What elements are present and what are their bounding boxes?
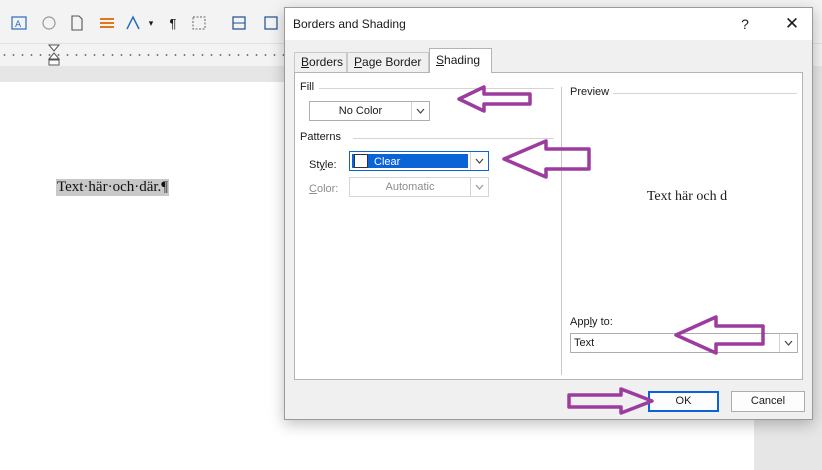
annotation-arrow-style	[502, 139, 591, 179]
annotation-arrow-fill	[457, 85, 532, 113]
panel-divider	[561, 87, 562, 375]
annotation-arrow-ok	[567, 387, 654, 415]
borders-and-shading-dialog: Borders and Shading ? ✕ Borders Page Bor…	[284, 7, 813, 420]
fill-heading: Fill	[300, 81, 315, 93]
fill-color-value: No Color	[338, 105, 383, 117]
draw-pen-icon[interactable]	[124, 14, 142, 32]
text-box-icon[interactable]: A	[10, 14, 28, 32]
table-grid-icon[interactable]	[230, 14, 248, 32]
pattern-style-value: Clear	[352, 154, 468, 168]
dialog-title: Borders and Shading	[293, 17, 406, 31]
help-button[interactable]: ?	[733, 12, 757, 36]
selected-document-text[interactable]: Text·här·och·där.¶	[56, 179, 170, 196]
patterns-heading: Patterns	[300, 131, 341, 143]
annotation-arrow-apply-to	[674, 315, 765, 355]
preview-divider	[613, 93, 797, 94]
chevron-down-icon[interactable]: ▾	[142, 14, 160, 32]
pattern-color-dropdown[interactable]: Automatic	[349, 177, 489, 197]
tab-shading[interactable]: Shading	[429, 48, 492, 73]
close-button[interactable]: ✕	[779, 12, 805, 36]
cancel-button[interactable]: Cancel	[731, 391, 805, 412]
preview-sample: Text här och d	[621, 139, 753, 257]
quick-parts-icon[interactable]	[40, 14, 58, 32]
preview-heading: Preview	[570, 86, 610, 98]
chevron-down-icon	[779, 334, 797, 352]
select-objects-icon[interactable]	[190, 14, 208, 32]
show-formatting-icon[interactable]: ¶	[164, 14, 182, 32]
svg-text:A: A	[15, 20, 22, 30]
preview-sample-text: Text här och d	[646, 189, 728, 204]
fill-color-dropdown[interactable]: No Color	[309, 101, 430, 121]
chevron-down-icon	[411, 102, 429, 120]
dialog-titlebar[interactable]: Borders and Shading ? ✕	[285, 8, 812, 40]
layout-icon[interactable]	[262, 14, 280, 32]
apply-to-label: Apply to:	[570, 316, 613, 328]
clear-swatch-icon	[354, 154, 368, 168]
chevron-down-icon	[470, 178, 488, 196]
pattern-style-text: Clear	[374, 156, 401, 168]
tab-page-border[interactable]: Page Border	[347, 52, 429, 72]
align-icon[interactable]	[98, 14, 116, 32]
ruler-ticks	[0, 54, 290, 56]
pattern-color-label: Color:	[309, 183, 339, 195]
indent-marker-icon[interactable]	[47, 44, 61, 66]
style-label: Style:	[309, 159, 337, 171]
ok-button[interactable]: OK	[648, 391, 719, 412]
pattern-style-dropdown[interactable]: Clear	[349, 151, 489, 171]
chevron-down-icon	[470, 152, 488, 170]
tab-borders[interactable]: Borders	[294, 52, 347, 72]
pattern-color-value: Automatic	[385, 181, 435, 193]
document-icon[interactable]	[68, 14, 86, 32]
